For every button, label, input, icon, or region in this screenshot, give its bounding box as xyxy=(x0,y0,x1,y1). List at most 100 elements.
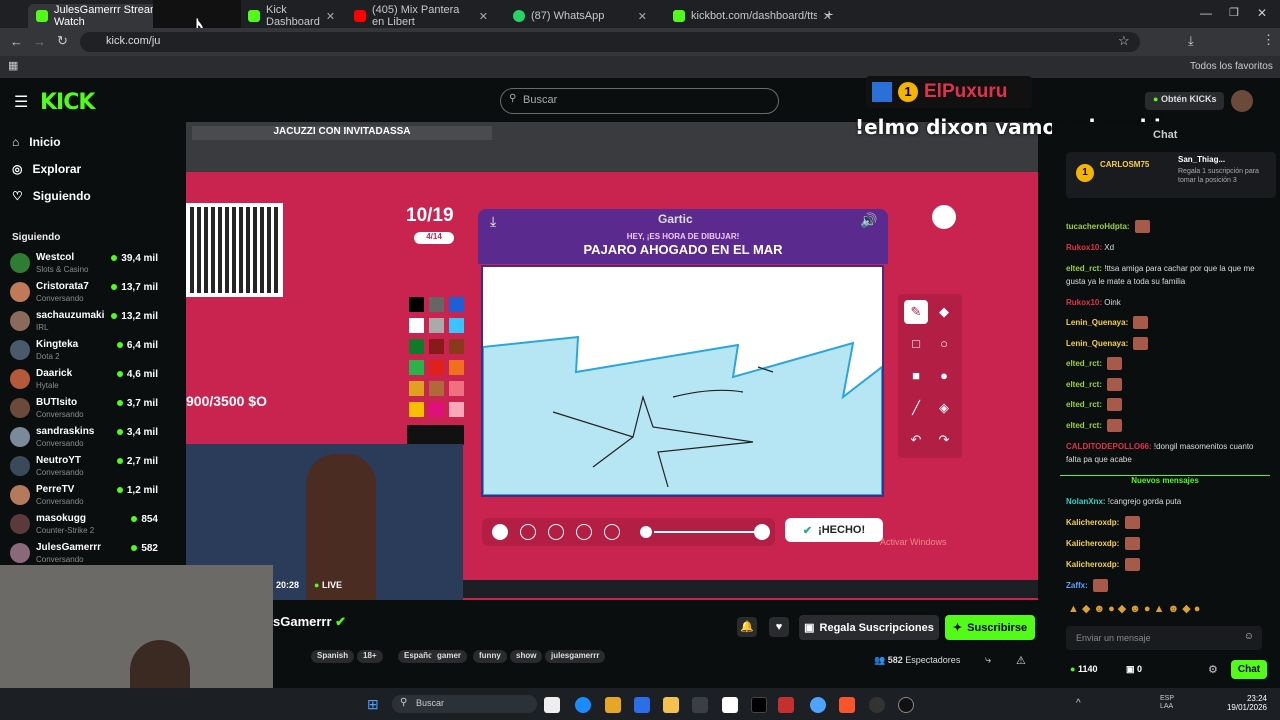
tab-kickbot[interactable]: kickbot.com/dashboard/tts/set ✕ xyxy=(665,4,840,28)
chat-input[interactable]: Enviar un mensaje ☺ xyxy=(1066,626,1262,650)
line-icon[interactable]: ╱ xyxy=(904,396,928,420)
download-icon[interactable]: ⤓ xyxy=(1188,33,1194,49)
new-tab-icon[interactable]: + xyxy=(825,6,833,22)
close-window-icon[interactable]: ✕ xyxy=(1257,6,1267,20)
color-swatch[interactable] xyxy=(429,381,444,396)
share-icon[interactable]: ⤷ xyxy=(985,654,991,667)
opacity-slider-end[interactable] xyxy=(754,524,770,540)
reload-icon[interactable]: ↻ xyxy=(57,33,68,49)
gift-count[interactable]: ▣ 0 xyxy=(1126,664,1142,675)
app-icon[interactable] xyxy=(692,697,708,713)
color-swatch[interactable] xyxy=(449,381,464,396)
streamer-name[interactable]: sGamerrr ✔ xyxy=(273,614,346,630)
chat-username[interactable]: elted_rct: xyxy=(1066,264,1102,273)
stream-tag[interactable]: julesgamerrr xyxy=(545,650,606,663)
chat-username[interactable]: CALDITODEPOLLO66: xyxy=(1066,442,1152,451)
color-swatch[interactable] xyxy=(449,360,464,375)
app-icon[interactable] xyxy=(869,697,885,713)
chat-username[interactable]: Zaffx: xyxy=(1066,581,1088,590)
brush-size-option[interactable] xyxy=(576,524,592,540)
color-swatch[interactable] xyxy=(429,318,444,333)
color-swatch[interactable] xyxy=(449,297,464,312)
eraser-icon[interactable]: ◆ xyxy=(932,300,956,324)
rectangle-fill-icon[interactable]: ■ xyxy=(904,364,928,388)
sidebar-channel-kingteka[interactable]: Kingteka Dota 2 6,4 mil xyxy=(10,337,160,365)
chat-username[interactable]: elted_rct: xyxy=(1066,380,1102,389)
chat-username[interactable]: elted_rct: xyxy=(1066,400,1102,409)
kick-logo[interactable]: KICK xyxy=(40,90,95,115)
tab-kick-dashboard[interactable]: Kick Dashboard ✕ xyxy=(240,4,340,28)
color-swatch[interactable] xyxy=(429,297,444,312)
done-button[interactable]: ✔ ¡HECHO! xyxy=(785,518,883,542)
sidebar-channel-sachauzumaki[interactable]: sachauzumaki IRL 13,2 mil xyxy=(10,308,160,336)
bookmark-star-icon[interactable]: ☆ xyxy=(1118,33,1130,49)
brave-icon[interactable] xyxy=(839,697,855,713)
brush-size-option[interactable] xyxy=(604,524,620,540)
sidebar-channel-sandraskins[interactable]: sandraskins Conversando 3,4 mil xyxy=(10,424,160,452)
hamburger-menu-icon[interactable]: ☰ xyxy=(14,92,28,112)
chat-username[interactable]: elted_rct: xyxy=(1066,421,1102,430)
maximize-icon[interactable]: ❐ xyxy=(1229,6,1239,19)
menu-kebab-icon[interactable]: ⋮ xyxy=(1262,32,1275,48)
brush-size-option[interactable] xyxy=(548,524,564,540)
opacity-slider-track[interactable] xyxy=(654,531,754,533)
taskbar-clock[interactable]: 23:24 19/01/2026 xyxy=(1223,694,1267,712)
color-swatch[interactable] xyxy=(429,360,444,375)
app-icon[interactable] xyxy=(722,697,738,713)
color-swatch[interactable] xyxy=(409,318,424,333)
chat-settings-icon[interactable]: ⚙ xyxy=(1208,663,1218,676)
color-swatch[interactable] xyxy=(409,339,424,354)
chat-username[interactable]: Rukox10: xyxy=(1066,298,1102,307)
apps-grid-icon[interactable]: ▦ xyxy=(8,59,18,72)
chat-username[interactable]: NolanXnx: xyxy=(1066,497,1106,506)
emote-bar[interactable]: ▲ ◆ ☻ ● ◆ ☻ ● ▲ ☻ ◆ ● xyxy=(1068,602,1268,616)
color-swatch[interactable] xyxy=(429,402,444,417)
sidebar-channel-perretv[interactable]: PerreTV Conversando 1,2 mil xyxy=(10,482,160,510)
gift-subs-button[interactable]: ▣ Regala Suscripciones xyxy=(799,615,939,640)
stream-tag[interactable]: funny xyxy=(473,650,507,663)
chat-username[interactable]: Kalicheroxdp: xyxy=(1066,539,1119,548)
nav-inicio[interactable]: ⌂ Inicio xyxy=(12,135,61,149)
taskbar-search[interactable]: ⚲ Buscar xyxy=(392,695,537,713)
stream-tag[interactable]: gamer xyxy=(431,650,468,663)
download-icon[interactable]: ⤓ xyxy=(490,213,496,230)
sidebar-channel-butisito[interactable]: BUTIsito Conversando 3,7 mil xyxy=(10,395,160,423)
fill-bucket-icon[interactable]: ◈ xyxy=(932,396,956,420)
search-input[interactable]: ⚲ Buscar xyxy=(500,88,779,114)
app-icon[interactable] xyxy=(778,697,794,713)
chat-username[interactable]: Lenin_Quenaya: xyxy=(1066,318,1128,327)
stream-tag[interactable]: Spanish xyxy=(311,650,355,663)
chat-username[interactable]: Kalicheroxdp: xyxy=(1066,518,1119,527)
all-bookmarks-link[interactable]: Todos los favoritos xyxy=(1190,61,1273,72)
color-swatch[interactable] xyxy=(409,381,424,396)
brush-size-option[interactable] xyxy=(492,524,508,540)
redo-icon[interactable]: ↷ xyxy=(932,428,956,452)
tab-whatsapp[interactable]: (87) WhatsApp ✕ xyxy=(505,4,655,28)
undo-icon[interactable]: ↶ xyxy=(904,428,928,452)
chat-username[interactable]: Rukox10: xyxy=(1066,243,1102,252)
chrome-icon[interactable] xyxy=(810,697,826,713)
volume-icon[interactable]: 🔊 xyxy=(860,212,877,229)
app-icon[interactable] xyxy=(605,697,621,713)
obs-icon[interactable] xyxy=(898,697,914,713)
color-swatch[interactable] xyxy=(429,339,444,354)
pencil-icon[interactable]: ✎ xyxy=(904,300,928,324)
drawing-canvas[interactable] xyxy=(481,265,884,497)
close-icon[interactable]: ✕ xyxy=(479,10,488,23)
app-icon[interactable] xyxy=(634,697,650,713)
chat-username[interactable]: tucacheroHdpta: xyxy=(1066,222,1130,231)
chat-username[interactable]: elted_rct: xyxy=(1066,359,1102,368)
sidebar-channel-westcol[interactable]: Westcol Slots & Casino 39,4 mil xyxy=(10,250,160,278)
color-swatch[interactable] xyxy=(449,318,464,333)
minimize-icon[interactable]: — xyxy=(1200,6,1212,20)
sidebar-channel-daarick[interactable]: Daarick Hytale 4,6 mil xyxy=(10,366,160,394)
close-icon[interactable]: ✕ xyxy=(326,10,335,23)
circle-outline-icon[interactable]: ○ xyxy=(932,332,956,356)
stream-tag[interactable]: 18+ xyxy=(357,650,383,663)
file-explorer-icon[interactable] xyxy=(663,697,679,713)
edge-icon[interactable] xyxy=(575,697,591,713)
close-icon[interactable]: ✕ xyxy=(638,10,647,23)
report-icon[interactable]: ⚠ xyxy=(1016,654,1026,667)
sidebar-channel-masokugg[interactable]: masokugg Counter-Strike 2 854 xyxy=(10,511,160,539)
tray-chevron-icon[interactable]: ^ xyxy=(1076,698,1081,709)
